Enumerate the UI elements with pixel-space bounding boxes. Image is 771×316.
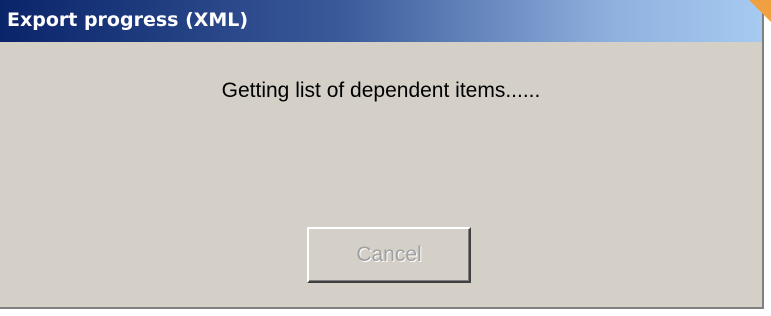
cancel-button[interactable]: Cancel — [307, 227, 471, 283]
dialog-title: Export progress (XML) — [7, 9, 249, 31]
corner-accent-decoration — [749, 0, 771, 22]
title-bar[interactable]: Export progress (XML) — [0, 0, 762, 42]
export-progress-dialog: Export progress (XML) Getting list of de… — [0, 0, 764, 309]
status-message: Getting list of dependent items...... — [221, 79, 541, 102]
